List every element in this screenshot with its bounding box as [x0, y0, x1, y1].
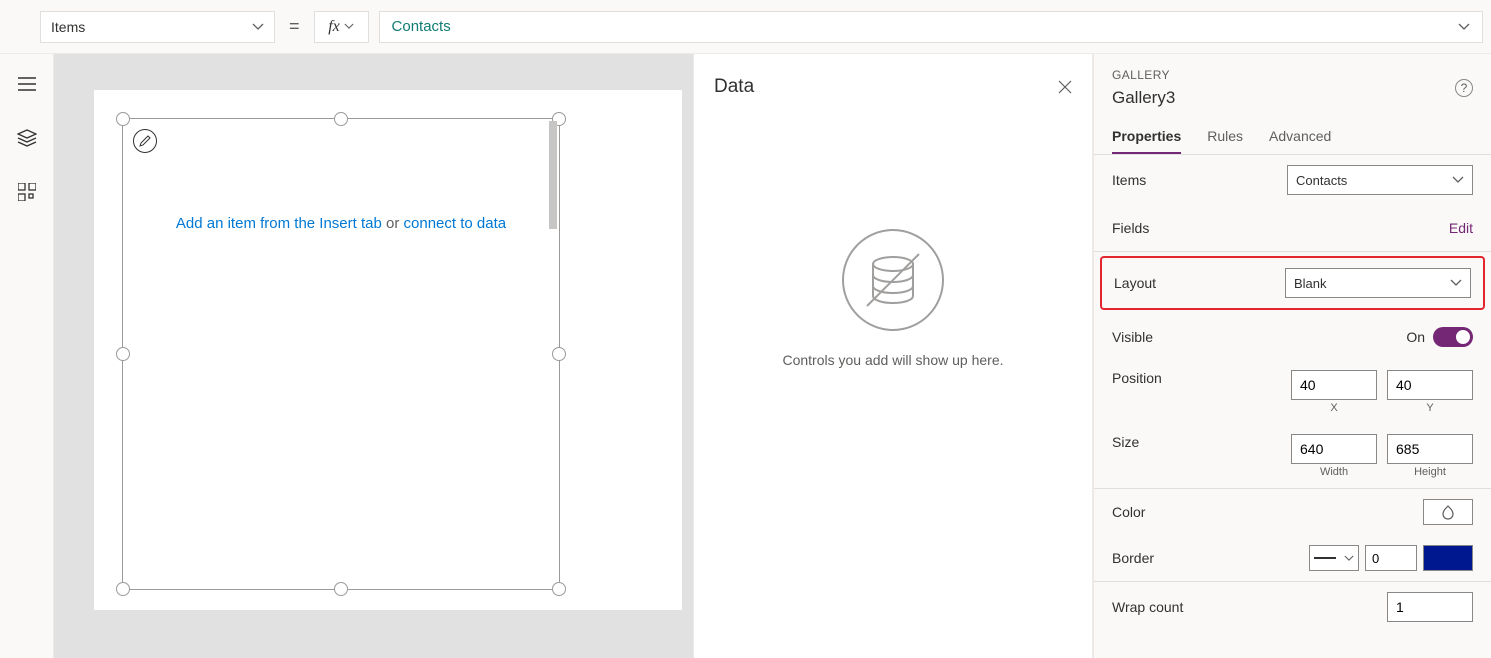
resize-handle-mr[interactable]	[552, 347, 566, 361]
layout-row-highlight: Layout Blank	[1100, 256, 1485, 310]
layout-dropdown[interactable]: Blank	[1285, 268, 1471, 298]
fx-icon: fx	[328, 18, 340, 36]
edit-gallery-button[interactable]	[133, 129, 157, 153]
border-style-dropdown[interactable]	[1309, 545, 1359, 571]
gallery-hint: Add an item from the Insert tab or conne…	[123, 215, 559, 232]
border-line-icon	[1314, 557, 1336, 559]
resize-handle-bl[interactable]	[116, 582, 130, 596]
size-label: Size	[1112, 434, 1139, 450]
data-empty-state: Controls you add will show up here.	[694, 228, 1092, 368]
border-width-input[interactable]	[1365, 545, 1417, 571]
hint-or: or	[382, 215, 404, 232]
fields-edit-link[interactable]: Edit	[1449, 220, 1473, 236]
border-color-picker[interactable]	[1423, 545, 1473, 571]
fields-label: Fields	[1112, 220, 1149, 236]
property-selector[interactable]: Items	[40, 11, 275, 43]
database-empty-icon	[841, 228, 945, 332]
position-label: Position	[1112, 370, 1162, 386]
position-x-input[interactable]	[1291, 370, 1377, 400]
layers-icon[interactable]	[17, 128, 37, 148]
chevron-down-icon	[252, 23, 264, 31]
canvas-page[interactable]: Add an item from the Insert tab or conne…	[94, 90, 682, 610]
tab-rules[interactable]: Rules	[1207, 128, 1243, 154]
resize-handle-ml[interactable]	[116, 347, 130, 361]
fx-button[interactable]: fx	[314, 11, 369, 43]
items-value: Contacts	[1296, 173, 1347, 188]
equals-label: =	[285, 16, 304, 37]
formula-value: Contacts	[392, 18, 451, 35]
tab-advanced[interactable]: Advanced	[1269, 128, 1331, 154]
chevron-down-icon	[1458, 23, 1470, 31]
paint-icon	[1440, 504, 1456, 520]
left-rail	[0, 54, 54, 658]
canvas-area: Add an item from the Insert tab or conne…	[54, 54, 693, 658]
data-pane-title: Data	[714, 76, 754, 98]
tab-properties[interactable]: Properties	[1112, 128, 1181, 154]
formula-bar: Items = fx Contacts	[0, 0, 1491, 54]
insert-tab-link[interactable]: Add an item from the Insert tab	[176, 215, 382, 232]
position-y-input[interactable]	[1387, 370, 1473, 400]
visible-state: On	[1406, 329, 1425, 345]
size-height-input[interactable]	[1387, 434, 1473, 464]
resize-handle-bc[interactable]	[334, 582, 348, 596]
control-name: Gallery3	[1112, 88, 1175, 108]
data-empty-message: Controls you add will show up here.	[782, 352, 1003, 368]
close-icon[interactable]	[1058, 80, 1072, 94]
wrap-count-label: Wrap count	[1112, 599, 1183, 615]
hamburger-icon[interactable]	[17, 74, 37, 94]
property-selector-value: Items	[51, 19, 85, 35]
help-icon[interactable]: ?	[1455, 79, 1473, 97]
property-tabs: Properties Rules Advanced	[1094, 114, 1491, 155]
gallery-scrollbar[interactable]	[549, 121, 557, 229]
control-category: GALLERY	[1112, 68, 1175, 82]
size-width-input[interactable]	[1291, 434, 1377, 464]
visible-toggle[interactable]: On	[1406, 327, 1473, 347]
color-label: Color	[1112, 504, 1145, 520]
toggle-switch[interactable]	[1433, 327, 1473, 347]
items-dropdown[interactable]: Contacts	[1287, 165, 1473, 195]
wrap-count-input[interactable]	[1387, 592, 1473, 622]
grid-icon[interactable]	[17, 182, 37, 202]
height-sublabel: Height	[1414, 466, 1446, 478]
visible-label: Visible	[1112, 329, 1153, 345]
properties-panel: GALLERY Gallery3 ? Properties Rules Adva…	[1093, 54, 1491, 658]
gallery-selection[interactable]: Add an item from the Insert tab or conne…	[122, 118, 560, 590]
width-sublabel: Width	[1320, 466, 1348, 478]
data-pane: Data Controls you add will show up here.	[693, 54, 1093, 658]
layout-value: Blank	[1294, 276, 1327, 291]
layout-label: Layout	[1114, 275, 1156, 291]
color-picker[interactable]	[1423, 499, 1473, 525]
formula-input[interactable]: Contacts	[379, 11, 1483, 43]
resize-handle-tl[interactable]	[116, 112, 130, 126]
border-label: Border	[1112, 550, 1154, 566]
items-label: Items	[1112, 172, 1146, 188]
resize-handle-tc[interactable]	[334, 112, 348, 126]
resize-handle-br[interactable]	[552, 582, 566, 596]
x-sublabel: X	[1330, 402, 1337, 414]
connect-data-link[interactable]: connect to data	[404, 215, 507, 232]
y-sublabel: Y	[1426, 402, 1433, 414]
